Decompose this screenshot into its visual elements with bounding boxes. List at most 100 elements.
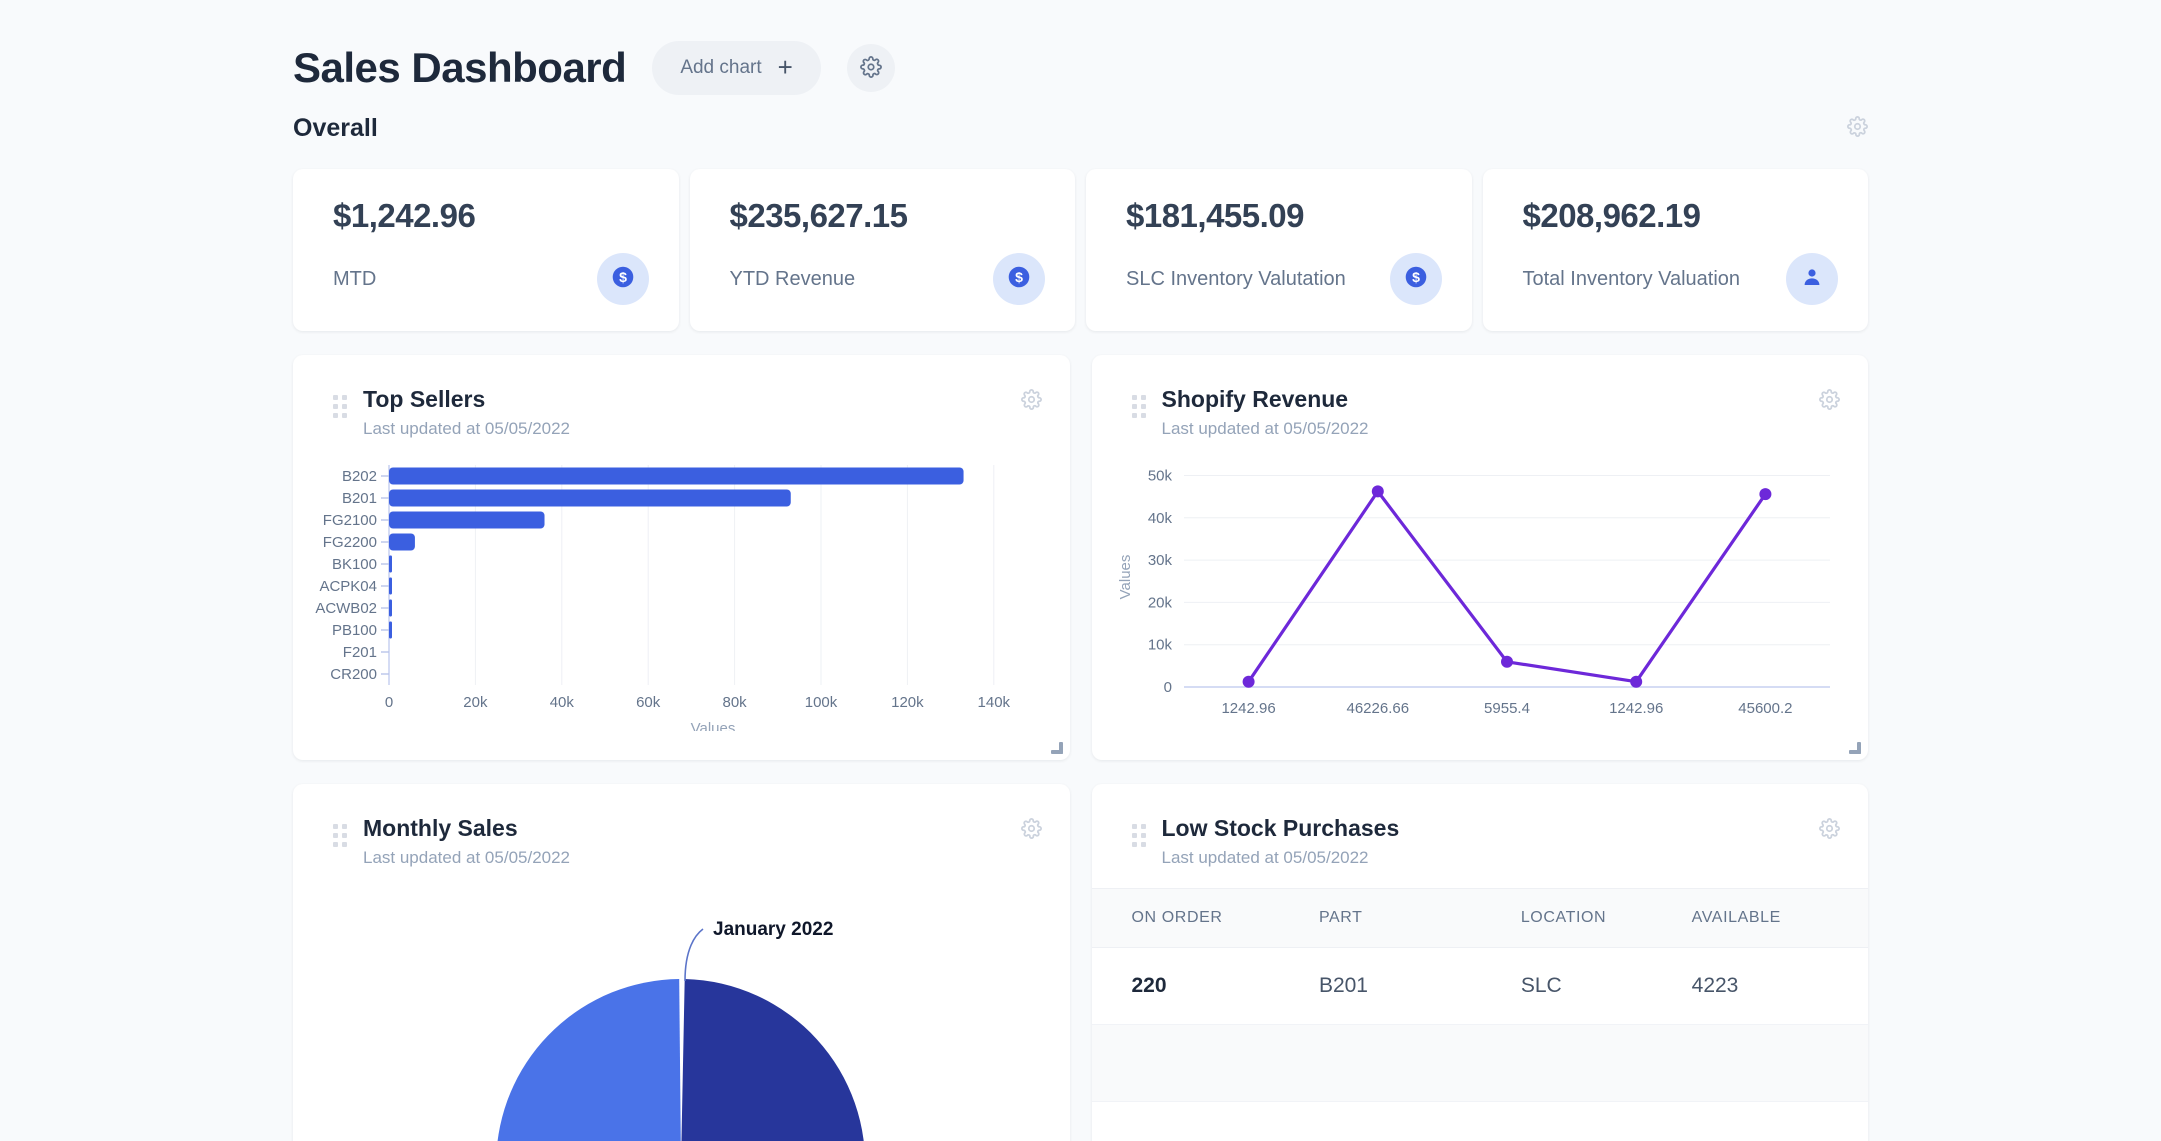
drag-handle-icon[interactable]: [333, 824, 347, 847]
svg-text:1242.96: 1242.96: [1221, 700, 1275, 717]
svg-text:45600.2: 45600.2: [1738, 700, 1792, 717]
chart-monthly-sales[interactable]: January 2022: [293, 868, 1070, 1141]
bar-chart-svg: 0 20k 40k 60k 80k 100k 120k 140k B202 B201 FG2100 F…: [315, 464, 1011, 737]
table-row[interactable]: 220 B201 SLC 4223: [1091, 947, 1868, 1025]
card-monthly-sales: Monthly Sales Last updated at 05/05/2022…: [293, 784, 1070, 1141]
cell-location: SLC: [1510, 947, 1682, 1025]
chart-shopify-revenue[interactable]: 0 10k 20k 30k 40k 50k 1242.96 46226.66 5955.4 124…: [1092, 439, 1869, 746]
card-low-stock-purchases: Low Stock Purchases Last updated at 05/0…: [1091, 784, 1868, 1141]
column-header-on-order[interactable]: ON ORDER: [1091, 887, 1309, 948]
table-row[interactable]: [1091, 1024, 1868, 1102]
svg-text:$: $: [1412, 268, 1420, 284]
drag-handle-icon[interactable]: [1131, 824, 1146, 847]
svg-text:ACPK04: ACPK04: [319, 578, 377, 595]
kpi-icon-badge: $: [596, 253, 649, 305]
dollar-icon: $: [610, 264, 636, 295]
line-chart-svg: 0 10k 20k 30k 40k 50k 1242.96 46226.66 5955.4 124…: [1117, 467, 1830, 717]
svg-text:B202: B202: [342, 468, 377, 485]
svg-text:$: $: [619, 268, 627, 284]
svg-text:FG2200: FG2200: [323, 534, 377, 551]
overall-settings-gear-icon[interactable]: [1847, 115, 1868, 142]
svg-text:10k: 10k: [1147, 636, 1172, 653]
svg-text:BK100: BK100: [332, 556, 377, 573]
svg-text:120k: 120k: [891, 694, 924, 711]
kpi-card-total-inventory-valuation: $208,962.19 Total Inventory Valuation: [1482, 169, 1868, 331]
pie-chart-svg: January 2022: [497, 919, 864, 1141]
kpi-value: $1,242.96: [333, 197, 476, 234]
card-settings-gear-icon[interactable]: [1020, 389, 1042, 415]
section-title-overall: Overall: [293, 114, 378, 142]
chart-row-1: Top Sellers Last updated at 05/05/2022 0…: [0, 355, 2161, 760]
kpi-icon-badge: [1786, 253, 1838, 305]
card-subtitle: Last updated at 05/05/2022: [1161, 847, 1369, 867]
cell-on-order: 220: [1091, 947, 1309, 1025]
table-body: 220 B201 SLC 4223: [1091, 947, 1868, 1102]
kpi-label: SLC Inventory Valutation: [1126, 267, 1346, 290]
overall-section-header: Overall: [0, 114, 2161, 143]
column-header-location[interactable]: LOCATION: [1510, 887, 1682, 948]
kpi-value: $208,962.19: [1522, 197, 1702, 234]
kpi-icon-badge: $: [993, 253, 1045, 305]
dollar-icon: $: [1006, 264, 1032, 295]
card-resize-handle[interactable]: [1847, 740, 1861, 754]
svg-text:20k: 20k: [463, 694, 488, 711]
add-chart-button[interactable]: Add chart +: [652, 41, 821, 95]
card-title: Top Sellers: [363, 386, 486, 412]
svg-text:5955.4: 5955.4: [1484, 700, 1530, 717]
card-settings-gear-icon[interactable]: [1020, 818, 1042, 844]
svg-text:F201: F201: [343, 644, 377, 661]
drag-handle-icon[interactable]: [1131, 395, 1146, 418]
gear-icon: [859, 55, 882, 81]
svg-text:January 2022: January 2022: [713, 919, 833, 940]
svg-text:B201: B201: [342, 490, 377, 507]
add-chart-label: Add chart: [680, 57, 762, 78]
card-shopify-revenue: Shopify Revenue Last updated at 05/05/20…: [1091, 355, 1869, 760]
cell-available: 4223: [1681, 947, 1868, 1025]
cell-part: B201: [1308, 947, 1511, 1025]
svg-text:50k: 50k: [1147, 467, 1172, 484]
card-settings-gear-icon[interactable]: [1819, 818, 1840, 844]
svg-text:PB100: PB100: [332, 622, 377, 639]
card-resize-handle[interactable]: [1049, 740, 1063, 754]
svg-text:CR200: CR200: [330, 666, 377, 683]
cell-location: [1510, 1024, 1682, 1102]
svg-text:ACWB02: ACWB02: [315, 600, 377, 617]
svg-text:80k: 80k: [723, 694, 748, 711]
column-header-part[interactable]: PART: [1308, 887, 1511, 948]
cell-part: [1308, 1024, 1511, 1102]
cell-on-order: [1091, 1024, 1309, 1102]
card-subtitle: Last updated at 05/05/2022: [363, 418, 571, 438]
card-settings-gear-icon[interactable]: [1819, 389, 1840, 415]
cell-available: [1681, 1024, 1868, 1102]
drag-handle-icon[interactable]: [333, 395, 347, 418]
svg-text:0: 0: [385, 694, 393, 711]
dashboard-settings-button[interactable]: [846, 44, 895, 92]
kpi-card-row: $1,242.96 MTD $ $235,627.15 YTD Revenue …: [0, 169, 2161, 331]
svg-text:1242.96: 1242.96: [1609, 700, 1663, 717]
table-header: ON ORDER PART LOCATION AVAILABLE: [1091, 887, 1868, 948]
kpi-card-ytd-revenue: $235,627.15 YTD Revenue $: [689, 169, 1075, 331]
page-title: Sales Dashboard: [293, 44, 627, 91]
kpi-value: $181,455.09: [1126, 197, 1305, 234]
svg-text:20k: 20k: [1147, 594, 1172, 611]
card-title: Shopify Revenue: [1161, 386, 1349, 412]
svg-text:Values: Values: [691, 720, 736, 731]
kpi-card-mtd: $1,242.96 MTD $: [293, 169, 679, 331]
chart-top-sellers[interactable]: 0 20k 40k 60k 80k 100k 120k 140k B202 B201 FG2100 F…: [293, 439, 1070, 746]
plus-icon: +: [777, 52, 793, 82]
dashboard-page: Sales Dashboard Add chart + Overall $1,2…: [0, 0, 2161, 1141]
column-header-available[interactable]: AVAILABLE: [1681, 887, 1868, 948]
svg-text:40k: 40k: [550, 694, 575, 711]
kpi-icon-badge: $: [1389, 253, 1442, 305]
card-top-sellers: Top Sellers Last updated at 05/05/2022 0…: [293, 355, 1070, 760]
svg-text:40k: 40k: [1147, 510, 1172, 527]
low-stock-table: ON ORDER PART LOCATION AVAILABLE 220 B20…: [1091, 887, 1868, 1102]
card-subtitle: Last updated at 05/05/2022: [1161, 418, 1369, 438]
card-title: Monthly Sales: [363, 815, 518, 841]
svg-text:0: 0: [1163, 679, 1171, 696]
kpi-value: $235,627.15: [729, 197, 909, 234]
svg-text:100k: 100k: [805, 694, 838, 711]
user-icon: [1800, 265, 1824, 294]
dollar-icon: $: [1403, 264, 1429, 295]
kpi-label: Total Inventory Valuation: [1522, 267, 1741, 290]
